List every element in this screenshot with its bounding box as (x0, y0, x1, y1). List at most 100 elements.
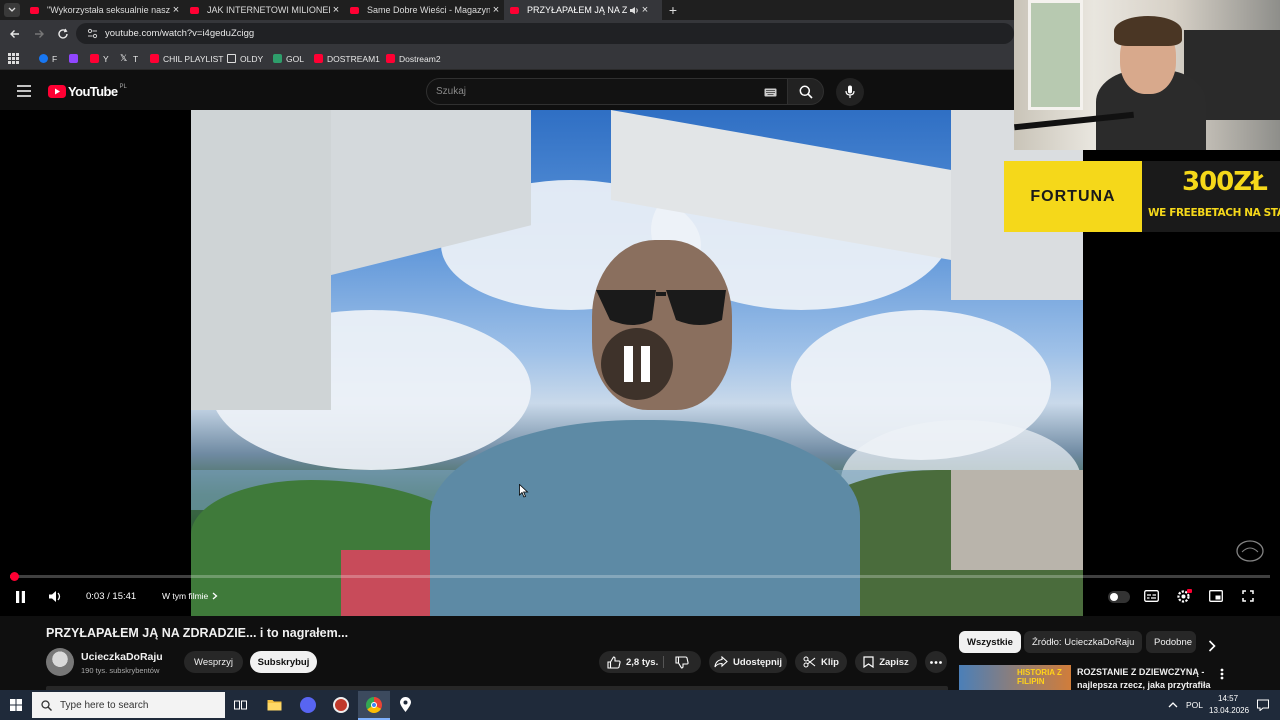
filter-chip-similar[interactable]: Podobne (1146, 631, 1196, 653)
new-tab-button[interactable]: + (666, 1, 680, 19)
webcam-overlay (1014, 0, 1280, 150)
chrome-icon (366, 697, 382, 713)
chevron-right-icon (212, 592, 218, 600)
recommended-thumbnail[interactable]: HISTORIA Z FILIPIN (959, 665, 1071, 690)
windows-start-icon[interactable] (10, 699, 22, 711)
bookmark-item[interactable]: CHIL PLAYLIST (150, 52, 223, 65)
chevron-right-icon[interactable] (1208, 640, 1216, 652)
browser-tab[interactable]: "Wykorzystała seksualnie naszą × (24, 0, 182, 20)
clip-button[interactable]: Klip (795, 651, 847, 673)
mouse-cursor-icon (519, 484, 529, 498)
bookmark-item[interactable]: F (39, 52, 57, 65)
language-indicator[interactable]: POL (1186, 700, 1203, 710)
recommended-title-line2[interactable]: najlepsza rzecz, jaka przytrafiła... (1077, 681, 1211, 690)
address-bar[interactable]: youtube.com/watch?v=i4geduZcigg (76, 23, 1014, 44)
close-icon[interactable]: × (490, 4, 502, 16)
center-pause-indicator[interactable] (601, 328, 673, 400)
close-icon[interactable]: × (330, 4, 342, 16)
channel-avatar[interactable] (46, 648, 74, 676)
support-button[interactable]: Wesprzyj (184, 651, 243, 673)
task-view-icon[interactable] (234, 699, 247, 711)
tab-title: PRZYŁAPAŁEM JĄ NA ZDRADZIE (527, 5, 627, 15)
progress-bar[interactable] (10, 575, 1270, 578)
thumbs-down-icon[interactable] (675, 656, 689, 669)
more-actions-button[interactable] (925, 651, 947, 673)
person-torso (430, 420, 860, 620)
url-text: youtube.com/watch?v=i4geduZcigg (105, 28, 255, 39)
bookmark-item[interactable]: Dostream2 (386, 52, 441, 65)
save-button[interactable]: Zapisz (855, 651, 917, 673)
subscribe-button[interactable]: Subskrybuj (250, 651, 317, 673)
file-explorer-icon[interactable] (267, 698, 282, 711)
back-arrow-icon[interactable] (9, 28, 21, 40)
close-icon[interactable]: × (639, 4, 651, 16)
autoplay-toggle[interactable] (1108, 591, 1130, 603)
speaker-icon[interactable] (629, 6, 639, 15)
app-icon[interactable] (333, 697, 349, 713)
bookmark-save-icon (863, 656, 874, 668)
bookmark-item[interactable]: DOSTREAM1 (314, 52, 380, 65)
keyboard-icon[interactable] (764, 88, 777, 97)
browser-tab[interactable]: JAK INTERNETOWI MILIONERZY × (184, 0, 342, 20)
tab-list-button[interactable] (4, 3, 20, 17)
map-pin-app-icon[interactable] (399, 697, 412, 713)
channel-name[interactable]: UcieczkaDoRaju (81, 651, 163, 663)
fullscreen-icon[interactable] (1242, 590, 1254, 602)
search-button[interactable] (787, 78, 824, 105)
like-count[interactable]: 2,8 tys. (626, 657, 658, 668)
more-vertical-icon[interactable] (1220, 668, 1224, 680)
pause-icon[interactable] (15, 591, 26, 603)
clock-date[interactable]: 13.04.2026 (1209, 706, 1249, 715)
share-button[interactable]: Udostępnij (709, 651, 787, 673)
youtube-favicon-icon (510, 6, 519, 14)
voice-search-button[interactable] (836, 78, 864, 106)
bookmark-folder[interactable]: OLDY (227, 52, 263, 65)
reload-icon[interactable] (57, 28, 69, 40)
miniplayer-icon[interactable] (1209, 590, 1223, 602)
ad-amount: 300ZŁ (1182, 167, 1268, 197)
forward-arrow-icon[interactable] (33, 28, 45, 40)
notification-icon[interactable] (1257, 699, 1269, 711)
more-horizontal-icon (930, 660, 942, 664)
taskbar-search-input[interactable]: Type here to search (32, 692, 225, 718)
search-icon (41, 699, 52, 711)
gol-logo-icon (273, 54, 282, 63)
bookmark-item[interactable]: GOL (273, 52, 304, 65)
channel-watermark-icon[interactable] (1236, 540, 1264, 562)
subtitles-icon[interactable] (1144, 590, 1159, 602)
close-icon[interactable]: × (170, 4, 182, 16)
search-input[interactable]: Szukaj (426, 78, 788, 105)
bookmark-item[interactable]: Y (90, 52, 109, 65)
chevron-up-icon[interactable] (1168, 701, 1178, 708)
time-display: 0:03 / 15:41 (86, 591, 137, 602)
ad-tagline: WE FREEBETACH NA START (1148, 207, 1280, 219)
recommended-title[interactable]: ROZSTANIE Z DZIEWCZYNĄ - (1077, 667, 1204, 677)
x-logo-icon: 𝕏 (120, 53, 128, 63)
bookmark-item[interactable] (69, 52, 82, 65)
apps-grid-icon[interactable] (8, 53, 19, 64)
hamburger-menu-icon[interactable] (17, 85, 31, 97)
tab-title: JAK INTERNETOWI MILIONERZY (207, 5, 330, 15)
volume-icon[interactable] (48, 590, 62, 603)
browser-tab[interactable]: Same Dobre Wieści - Magazyn × (344, 0, 502, 20)
clock-time[interactable]: 14:57 (1218, 694, 1238, 703)
subscriber-count: 190 tys. subskrybentów (81, 666, 160, 675)
site-info-icon[interactable] (87, 28, 98, 39)
progress-scrubber[interactable] (9, 572, 19, 581)
active-taskbar-item[interactable] (358, 691, 390, 720)
youtube-logo[interactable]: YouTube PL (48, 84, 127, 99)
discord-app-icon[interactable] (300, 697, 316, 713)
pause-icon (624, 346, 650, 382)
chapters-button[interactable]: W tym filmie (162, 591, 218, 601)
scissors-icon (803, 656, 816, 668)
facebook-icon (39, 54, 48, 63)
share-arrow-icon (714, 656, 728, 668)
filter-chip-source[interactable]: Źródło: UcieczkaDoRaju (1024, 631, 1143, 653)
browser-tab-active[interactable]: PRZYŁAPAŁEM JĄ NA ZDRADZIE × (504, 0, 662, 20)
settings-gear-icon[interactable] (1176, 589, 1192, 604)
filter-chip-all[interactable]: Wszystkie (959, 631, 1021, 653)
thumbs-up-icon[interactable] (607, 655, 621, 669)
bookmark-item[interactable]: 𝕏T (120, 52, 138, 65)
youtube-icon (386, 54, 395, 63)
youtube-icon (90, 54, 99, 63)
